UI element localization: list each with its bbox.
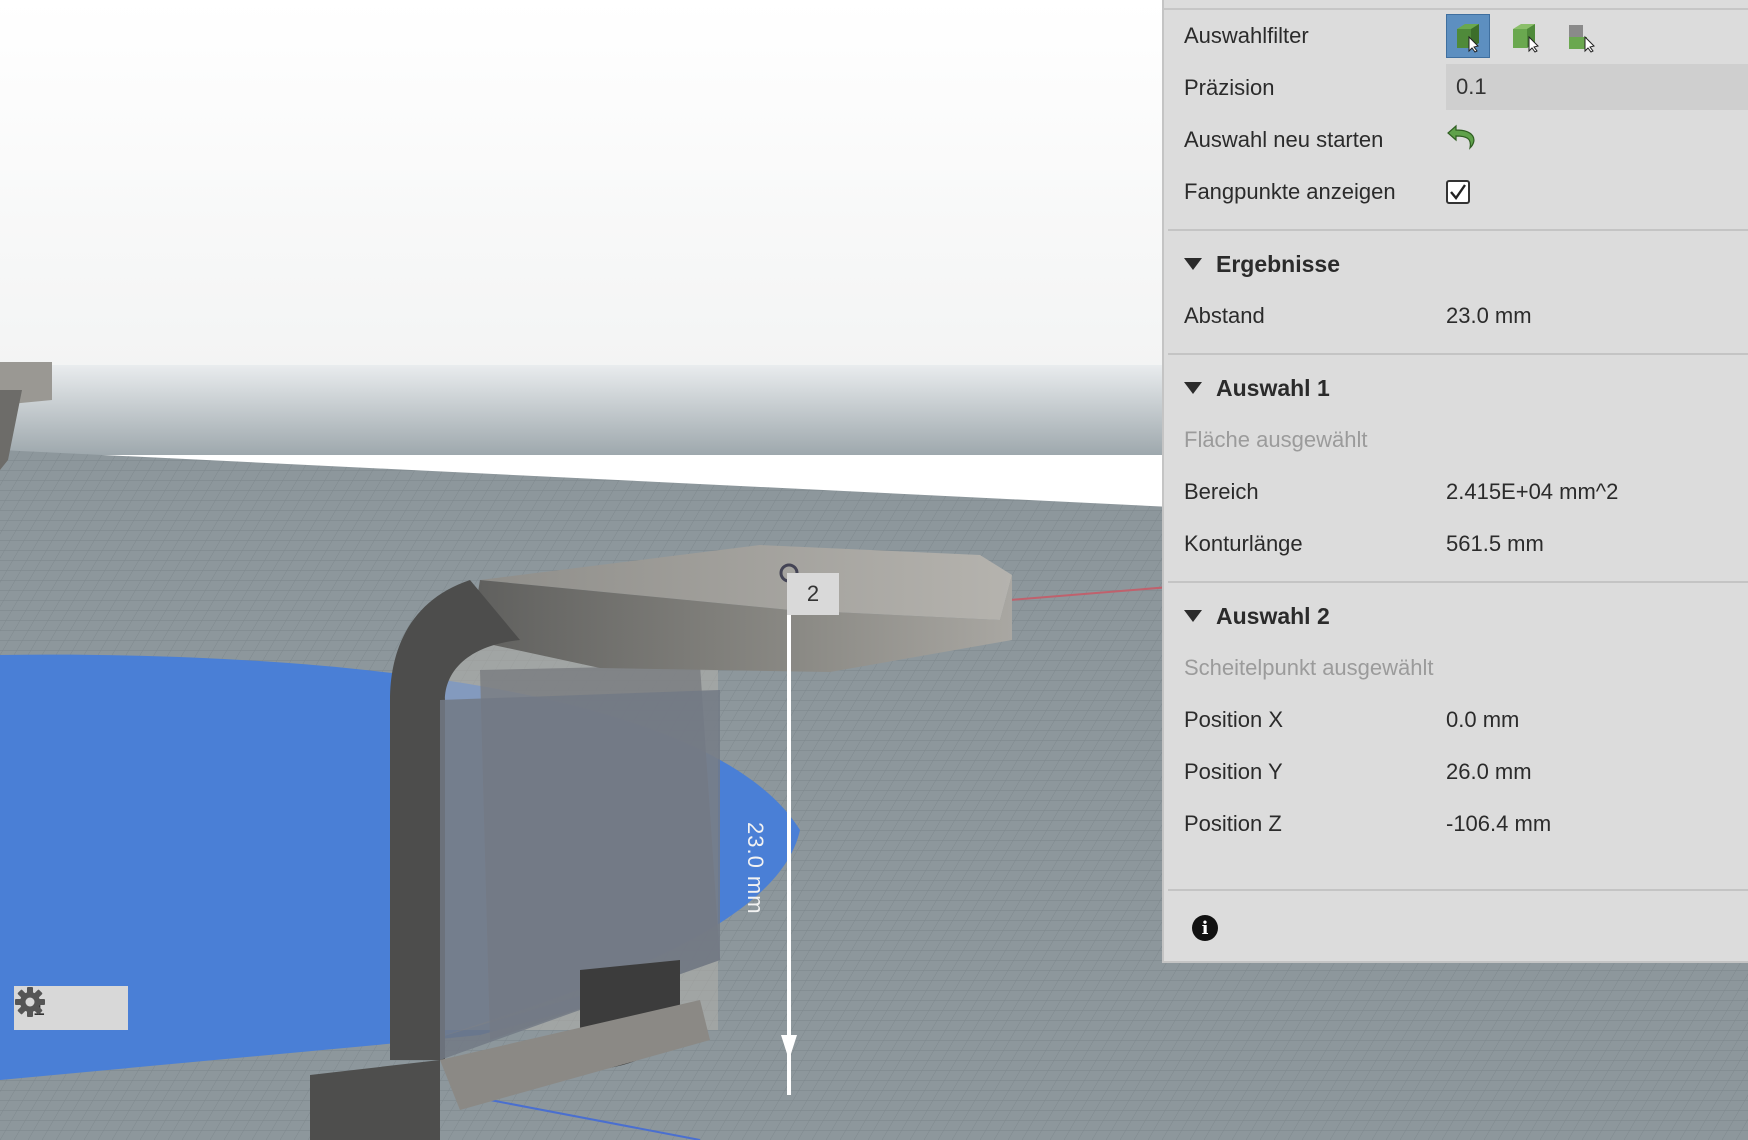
component-filter-icon <box>1569 25 1595 53</box>
component-filter-button[interactable] <box>1558 14 1602 58</box>
precision-label: Präzision <box>1184 75 1275 100</box>
selection-filter-label: Auswahlfilter <box>1184 23 1309 48</box>
position-y-label: Position Y <box>1184 759 1283 784</box>
show-snap-points-label: Fangpunkte anzeigen <box>1184 179 1396 204</box>
divider-selection2 <box>1168 581 1748 583</box>
selection1-subtitle: Fläche ausgewählt <box>1184 427 1368 452</box>
body-filter-icon <box>1457 24 1479 53</box>
undo-arrow-icon <box>1447 124 1475 150</box>
divider-results <box>1168 229 1748 231</box>
info-icon[interactable]: i <box>1192 915 1218 941</box>
vertex-label-text: 2 <box>806 581 820 606</box>
precision-input[interactable] <box>1446 64 1748 110</box>
position-x-value: 0.0 mm <box>1446 707 1520 732</box>
show-snap-points-cell <box>1446 180 1748 204</box>
row-selection2-subtitle: Scheitelpunkt ausgewählt <box>1184 648 1748 688</box>
row-perimeter: Konturlänge 561.5 mm <box>1184 524 1748 564</box>
row-distance: Abstand 23.0 mm <box>1184 296 1748 336</box>
area-value: 2.415E+04 mm^2 <box>1446 479 1619 504</box>
body-filter-button[interactable] <box>1446 14 1490 58</box>
restart-selection-button[interactable] <box>1446 120 1748 160</box>
face-filter-icon <box>1513 24 1539 53</box>
row-restart-selection: Auswahl neu starten <box>1184 120 1748 160</box>
section-selection2-title: Auswahl 2 <box>1216 602 1330 629</box>
dimension-text: 23.0 mm <box>743 822 768 915</box>
collapse-triangle-icon <box>1184 258 1202 270</box>
section-selection2-header[interactable]: Auswahl 2 <box>1184 596 1330 636</box>
selection-filter-buttons <box>1446 14 1748 58</box>
divider-selection1 <box>1168 353 1748 355</box>
collapse-triangle-icon <box>1184 382 1202 394</box>
section-results-title: Ergebnisse <box>1216 250 1340 277</box>
face-filter-button[interactable] <box>1502 14 1546 58</box>
gear-icon[interactable] <box>15 987 104 1028</box>
vertex-label-tag[interactable]: 2 <box>787 573 839 615</box>
selection-tag[interactable]: 1 <box>14 986 128 1030</box>
area-label: Bereich <box>1184 479 1259 504</box>
divider-footer <box>1168 889 1748 891</box>
perimeter-label: Konturlänge <box>1184 531 1303 556</box>
distance-label: Abstand <box>1184 303 1265 328</box>
row-selection1-subtitle: Fläche ausgewählt <box>1184 420 1748 460</box>
restart-selection-label: Auswahl neu starten <box>1184 127 1384 152</box>
panel-top-divider <box>1164 8 1748 10</box>
section-selection1-title: Auswahl 1 <box>1216 374 1330 401</box>
section-results-header[interactable]: Ergebnisse <box>1184 244 1340 284</box>
section-selection1-header[interactable]: Auswahl 1 <box>1184 368 1330 408</box>
row-position-z: Position Z -106.4 mm <box>1184 804 1748 844</box>
row-area: Bereich 2.415E+04 mm^2 <box>1184 472 1748 512</box>
measure-panel: Auswahlfilter Präzision 0.1 Auswahl neu … <box>1162 0 1748 963</box>
selection2-subtitle: Scheitelpunkt ausgewählt <box>1184 655 1434 680</box>
row-show-snap-points: Fangpunkte anzeigen <box>1184 172 1748 212</box>
collapse-triangle-icon <box>1184 610 1202 622</box>
position-z-label: Position Z <box>1184 811 1282 836</box>
distance-value: 23.0 mm <box>1446 303 1532 328</box>
checkmark-icon <box>1450 184 1466 200</box>
row-selection-filter: Auswahlfilter <box>1184 14 1748 58</box>
position-x-label: Position X <box>1184 707 1284 732</box>
perimeter-value: 561.5 mm <box>1446 531 1544 556</box>
position-z-value: -106.4 mm <box>1446 811 1552 836</box>
row-position-y: Position Y 26.0 mm <box>1184 752 1748 792</box>
position-y-value: 26.0 mm <box>1446 759 1532 784</box>
show-snap-points-checkbox[interactable] <box>1446 180 1470 204</box>
row-position-x: Position X 0.0 mm <box>1184 700 1748 740</box>
